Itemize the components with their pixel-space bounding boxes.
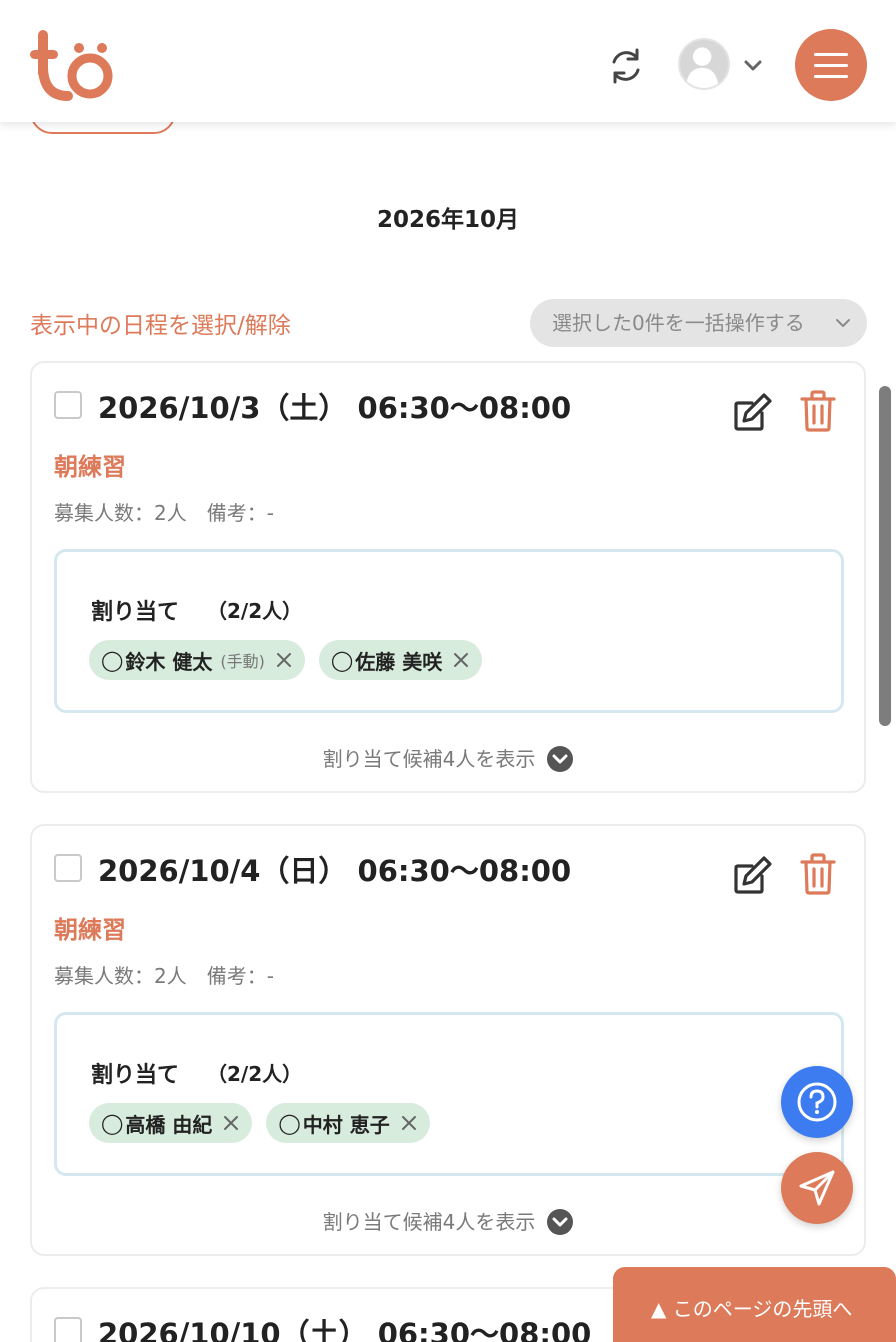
avatar (678, 38, 730, 90)
account-menu[interactable] (678, 36, 770, 92)
edit-icon[interactable] (732, 854, 774, 896)
schedule-card: 2026/10/3（土） 06:30〜08:00 朝練習 募集人数：2人 備考：… (30, 361, 866, 793)
send-button[interactable] (781, 1152, 853, 1224)
schedule-title: 朝練習 (54, 453, 126, 481)
assignment-box: 割り当て （2/2人） ◯ 高橋 由紀 ◯ 中村 恵子 (54, 1012, 844, 1176)
assignee-mark: ◯ (101, 1111, 124, 1135)
schedule-info: 募集人数：2人 備考：- (54, 501, 274, 525)
schedule-card: 2026/10/4（日） 06:30〜08:00 朝練習 募集人数：2人 備考：… (30, 824, 866, 1256)
assignee-note: (手動) (220, 652, 265, 671)
remove-icon[interactable] (275, 651, 293, 669)
show-candidates-toggle[interactable]: 割り当て候補4人を表示 (32, 1206, 864, 1235)
remove-icon[interactable] (452, 651, 470, 669)
schedule-info: 募集人数：2人 備考：- (54, 964, 274, 988)
trash-icon[interactable] (798, 389, 838, 433)
back-to-top-button[interactable]: ▲ このページの先頭へ (613, 1267, 896, 1342)
remove-icon[interactable] (222, 1114, 240, 1132)
schedule-datetime: 2026/10/4（日） 06:30〜08:00 (98, 854, 572, 888)
assignment-box: 割り当て （2/2人） ◯ 鈴木 健太 (手動) ◯ 佐藤 美咲 (54, 549, 844, 713)
assignee-chip[interactable]: ◯ 佐藤 美咲 (318, 640, 483, 680)
assignment-label: 割り当て (91, 1063, 180, 1088)
trash-icon[interactable] (798, 852, 838, 896)
schedule-datetime: 2026/10/10（土） 06:30〜08:00 (98, 1317, 592, 1342)
app-header (0, 0, 896, 122)
sync-icon[interactable] (604, 44, 648, 88)
assignment-label: 割り当て (91, 600, 180, 625)
assignee-mark: ◯ (330, 648, 354, 672)
question-icon (797, 1082, 837, 1122)
user-silhouette-icon (685, 47, 719, 88)
show-candidates-toggle[interactable]: 割り当て候補4人を表示 (32, 743, 864, 772)
assignee-list: ◯ 鈴木 健太 (手動) ◯ 佐藤 美咲 (89, 640, 483, 680)
assignee-name: 中村 恵子 (302, 1112, 390, 1137)
month-heading: 2026年10月 (376, 207, 520, 233)
scrollbar[interactable] (879, 386, 891, 726)
edit-icon[interactable] (732, 391, 774, 433)
assignee-name: 高橋 由紀 (125, 1112, 213, 1137)
assignee-chip[interactable]: ◯ 高橋 由紀 (89, 1103, 253, 1143)
schedule-page: 2026年10月 表示中の日程を選択/解除 選択した0件を一括操作する 2026… (0, 0, 896, 1342)
assignee-chip[interactable]: ◯ 鈴木 健太 (手動) (89, 640, 305, 680)
chevron-down-icon (836, 319, 850, 327)
assignee-chip[interactable]: ◯ 中村 恵子 (266, 1103, 430, 1143)
candidates-label: 割り当て候補4人を表示 (322, 747, 536, 771)
assignee-mark: ◯ (278, 1111, 301, 1135)
assignee-name: 佐藤 美咲 (355, 649, 443, 674)
app-logo[interactable] (28, 26, 118, 104)
help-button[interactable] (781, 1066, 853, 1138)
assignee-list: ◯ 高橋 由紀 ◯ 中村 恵子 (89, 1103, 430, 1143)
schedule-checkbox[interactable] (54, 1317, 82, 1342)
assignment-count: （2/2人） (207, 1062, 303, 1086)
schedule-checkbox[interactable] (54, 854, 82, 882)
toggle-select-link[interactable]: 表示中の日程を選択/解除 (30, 306, 291, 340)
remove-icon[interactable] (400, 1114, 418, 1132)
chevron-down-icon (744, 60, 762, 71)
send-icon (799, 1170, 835, 1206)
schedule-checkbox[interactable] (54, 391, 82, 419)
chevron-down-circle-icon (547, 1209, 574, 1235)
bulk-action-button[interactable]: 選択した0件を一括操作する (530, 299, 867, 347)
assignee-name: 鈴木 健太 (125, 649, 213, 674)
bulk-action-label: 選択した0件を一括操作する (552, 311, 805, 335)
hamburger-menu-button[interactable] (795, 29, 867, 101)
candidates-label: 割り当て候補4人を表示 (322, 1210, 536, 1234)
hamburger-icon (814, 53, 848, 78)
assignee-mark: ◯ (101, 648, 124, 672)
assignment-count: （2/2人） (207, 599, 303, 623)
schedule-title: 朝練習 (54, 916, 126, 944)
schedule-datetime: 2026/10/3（土） 06:30〜08:00 (98, 391, 572, 425)
chevron-down-circle-icon (547, 746, 574, 772)
